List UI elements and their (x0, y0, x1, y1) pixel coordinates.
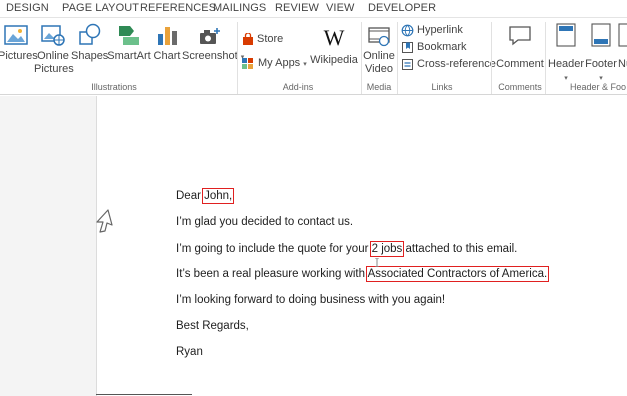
shapes-label: Shapes (71, 50, 109, 62)
hyperlink-button[interactable]: Hyperlink (401, 22, 463, 38)
ribbon-tab-bar: DESIGN PAGE LAYOUT REFERENCES MAILINGS R… (0, 0, 627, 17)
media-group-label: Media (366, 82, 392, 92)
footer-icon (591, 23, 611, 47)
footer-button[interactable]: Footer ▾ (584, 22, 618, 85)
pictures-button[interactable]: Pictures (0, 22, 38, 63)
group-divider (545, 22, 546, 94)
illustrations-group-label: Illustrations (91, 82, 137, 92)
bookmark-icon (402, 41, 413, 53)
online-pictures-icon (41, 25, 65, 46)
group-divider (361, 22, 362, 94)
online-pictures-label-1: Online (37, 50, 69, 62)
header-icon (556, 23, 576, 47)
chart-label: Chart (153, 50, 181, 62)
wikipedia-button[interactable]: W Wikipedia (309, 26, 359, 67)
my-apps-button[interactable]: My Apps ▾ (241, 55, 307, 71)
ribbon: Pictures Online Pictures Shapes SmartArt (0, 17, 627, 95)
links-group-label: Links (431, 82, 453, 92)
online-pictures-button[interactable]: Online Pictures (34, 22, 74, 76)
page-number-label: Nu (618, 58, 627, 70)
online-video-button[interactable]: Online Video (363, 22, 395, 76)
pictures-icon (4, 25, 28, 45)
chart-icon (158, 27, 177, 45)
cross-reference-label: Cross-reference (417, 58, 496, 70)
bookmark-label: Bookmark (417, 41, 467, 53)
line3-suffix: attached to this email. (402, 243, 518, 255)
mouse-cursor-icon (96, 209, 113, 233)
my-apps-icon (242, 57, 253, 69)
online-video-label-1: Online (363, 50, 395, 62)
screenshot-icon (200, 28, 220, 44)
smartart-button[interactable]: SmartArt (106, 22, 152, 63)
name-merge-field[interactable]: John, (202, 188, 235, 204)
letter-line-7: Ryan (176, 346, 203, 358)
letter-line-2: I’m glad you decided to contact us. (176, 216, 354, 228)
shapes-button[interactable]: Shapes (71, 22, 109, 63)
group-divider (491, 22, 492, 94)
hyperlink-label: Hyperlink (417, 24, 463, 36)
letter-line-greeting: Dear John, (176, 188, 235, 204)
tab-page-layout[interactable]: PAGE LAYOUT (62, 2, 139, 14)
store-icon (243, 32, 253, 45)
group-divider (237, 22, 238, 94)
shapes-icon (79, 23, 101, 45)
screenshot-label: Screenshot (182, 50, 238, 62)
tab-references[interactable]: REFERENCES (140, 2, 216, 14)
header-label: Header (548, 58, 585, 70)
smartart-label: SmartArt (107, 50, 151, 62)
cross-reference-icon (402, 58, 413, 70)
letter-line-5: I’m looking forward to doing business wi… (176, 294, 446, 306)
line3-prefix: I’m going to include the quote for your (176, 243, 372, 255)
comment-icon (509, 26, 531, 46)
addins-group-label: Add-ins (282, 82, 314, 92)
page-bottom-rule (96, 394, 192, 395)
comment-label: Comment (496, 58, 544, 70)
jobs-merge-field[interactable]: 2 jobs (369, 241, 405, 257)
online-pictures-label-2: Pictures (34, 63, 74, 75)
cross-reference-button[interactable]: Cross-reference (401, 56, 496, 72)
store-button[interactable]: Store (242, 31, 283, 47)
my-apps-dropdown-icon[interactable]: ▾ (303, 61, 307, 68)
smartart-icon (119, 26, 139, 45)
tab-mailings[interactable]: MAILINGS (213, 2, 266, 14)
bookmark-button[interactable]: Bookmark (401, 39, 467, 55)
wikipedia-icon: W (323, 25, 345, 50)
screenshot-button[interactable]: Screenshot ▾ (182, 22, 244, 64)
company-merge-field[interactable]: Associated Contractors of America. (365, 266, 550, 282)
tab-design[interactable]: DESIGN (6, 2, 49, 14)
letter-line-3: I’m going to include the quote for your … (176, 241, 518, 257)
footer-label: Footer (585, 58, 617, 70)
header-footer-group-label: Header & Foo (570, 82, 627, 92)
wikipedia-label: Wikipedia (310, 54, 358, 66)
online-video-label-2: Video (365, 63, 393, 75)
chart-button[interactable]: Chart (151, 22, 183, 63)
hyperlink-icon (401, 24, 414, 36)
page-number-icon (618, 23, 627, 47)
tab-developer[interactable]: DEVELOPER (368, 2, 436, 14)
store-label: Store (257, 33, 284, 45)
footer-dropdown-icon[interactable]: ▾ (599, 75, 603, 82)
comments-group-label: Comments (498, 82, 542, 92)
my-apps-label: My Apps (258, 57, 301, 69)
line4-prefix: It’s been a real pleasure working with (176, 268, 368, 280)
greeting-text: Dear (176, 190, 205, 202)
comment-button[interactable]: Comment (494, 22, 546, 71)
text-cursor-icon (375, 258, 379, 267)
page-number-button[interactable]: Nu (618, 22, 627, 71)
tab-view[interactable]: VIEW (326, 2, 355, 14)
header-button[interactable]: Header ▾ (548, 22, 584, 85)
pictures-label: Pictures (0, 50, 38, 62)
header-dropdown-icon[interactable]: ▾ (564, 75, 568, 82)
letter-line-6: Best Regards, (176, 320, 249, 332)
tab-review[interactable]: REVIEW (275, 2, 319, 14)
online-video-icon (368, 27, 390, 47)
group-divider (397, 22, 398, 94)
letter-line-4: It’s been a real pleasure working with A… (176, 266, 550, 282)
